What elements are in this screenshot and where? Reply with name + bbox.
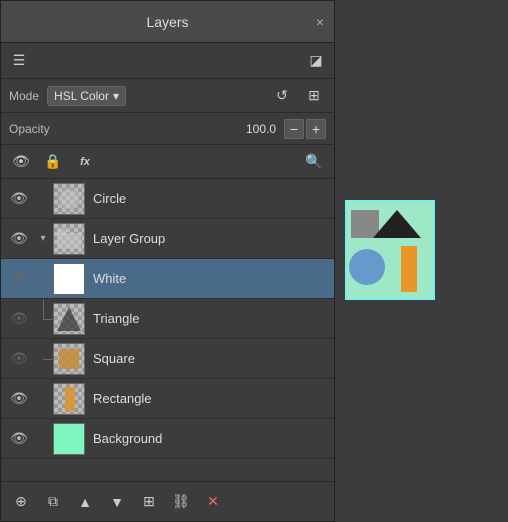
layer-thumbnail: [53, 343, 85, 375]
opacity-decrease-button[interactable]: −: [284, 119, 304, 139]
visibility-toggle[interactable]: 👁: [5, 345, 33, 373]
title-bar: Layers ×: [1, 1, 334, 43]
layer-thumbnail: [53, 263, 85, 295]
expand-icon: [33, 389, 53, 409]
toolbar-row: ☰ ◪: [1, 43, 334, 79]
mode-extra-icon[interactable]: ⊞: [302, 84, 326, 108]
layer-name: Square: [93, 351, 135, 366]
layers-panel: Layers × ☰ ◪ Mode HSL Color ▾ ↺ ⊞ Opacit…: [0, 0, 335, 522]
layer-item[interactable]: 👁 Rectangle: [1, 379, 334, 419]
layer-thumbnail: [53, 303, 85, 335]
filter-row: 👁 🔒 fx 🔍: [1, 145, 334, 179]
visibility-filter-icon[interactable]: 👁: [9, 150, 33, 174]
move-up-button[interactable]: ▲: [71, 488, 99, 516]
layer-name: Background: [93, 431, 162, 446]
expand-icon: [33, 429, 53, 449]
lock-filter-icon[interactable]: 🔒: [41, 150, 65, 174]
visibility-toggle[interactable]: 👁: [5, 425, 33, 453]
layer-name: Triangle: [93, 311, 139, 326]
mode-label: Mode: [9, 89, 39, 103]
layer-name: Rectangle: [93, 391, 152, 406]
panel-menu-icon[interactable]: ◪: [304, 49, 328, 73]
stack-icon[interactable]: ☰: [7, 49, 31, 73]
layer-preview: [345, 200, 435, 300]
mode-select[interactable]: HSL Color ▾: [47, 86, 126, 106]
visibility-toggle[interactable]: 👁: [5, 305, 33, 333]
opacity-row: Opacity 100.0 − +: [1, 113, 334, 145]
mode-reset-icon[interactable]: ↺: [270, 84, 294, 108]
layer-item[interactable]: 👁 ▾ Layer Group: [1, 219, 334, 259]
layer-item[interactable]: 👁 Background: [1, 419, 334, 459]
visibility-toggle[interactable]: 👁: [5, 225, 33, 253]
expand-icon: [33, 189, 53, 209]
visibility-toggle[interactable]: 👁: [5, 265, 33, 293]
layer-name: Layer Group: [93, 231, 165, 246]
mode-row: Mode HSL Color ▾ ↺ ⊞: [1, 79, 334, 113]
move-down-button[interactable]: ▼: [103, 488, 131, 516]
layers-list: 👁 Circle 👁 ▾ Layer Group: [1, 179, 334, 481]
layer-thumbnail: [53, 383, 85, 415]
visibility-toggle[interactable]: 👁: [5, 385, 33, 413]
layer-thumbnail: [53, 423, 85, 455]
new-layer-button[interactable]: ⊕: [7, 488, 35, 516]
opacity-value: 100.0: [246, 122, 276, 136]
expand-toggle[interactable]: ▾: [33, 229, 53, 249]
layer-thumbnail: [53, 223, 85, 255]
merge-button[interactable]: ⛓: [167, 488, 195, 516]
layer-name: White: [93, 271, 126, 286]
delete-button[interactable]: ✕: [199, 488, 227, 516]
visibility-toggle[interactable]: 👁: [5, 185, 33, 213]
layer-item[interactable]: 👁 Circle: [1, 179, 334, 219]
layer-thumbnail: [53, 183, 85, 215]
search-icon[interactable]: 🔍: [302, 150, 326, 174]
new-group-button[interactable]: ⧉: [39, 488, 67, 516]
layer-item[interactable]: 👁 Triangle: [1, 299, 334, 339]
panel-title: Layers: [146, 14, 188, 30]
close-button[interactable]: ×: [316, 14, 324, 30]
layer-item[interactable]: 👁 White: [1, 259, 334, 299]
layer-item[interactable]: 👁 Square: [1, 339, 334, 379]
fx-filter-icon[interactable]: fx: [73, 150, 97, 174]
opacity-increase-button[interactable]: +: [306, 119, 326, 139]
opacity-label: Opacity: [9, 122, 246, 136]
layer-name: Circle: [93, 191, 126, 206]
bottom-toolbar: ⊕ ⧉ ▲ ▼ ⊞ ⛓ ✕: [1, 481, 334, 521]
duplicate-button[interactable]: ⊞: [135, 488, 163, 516]
